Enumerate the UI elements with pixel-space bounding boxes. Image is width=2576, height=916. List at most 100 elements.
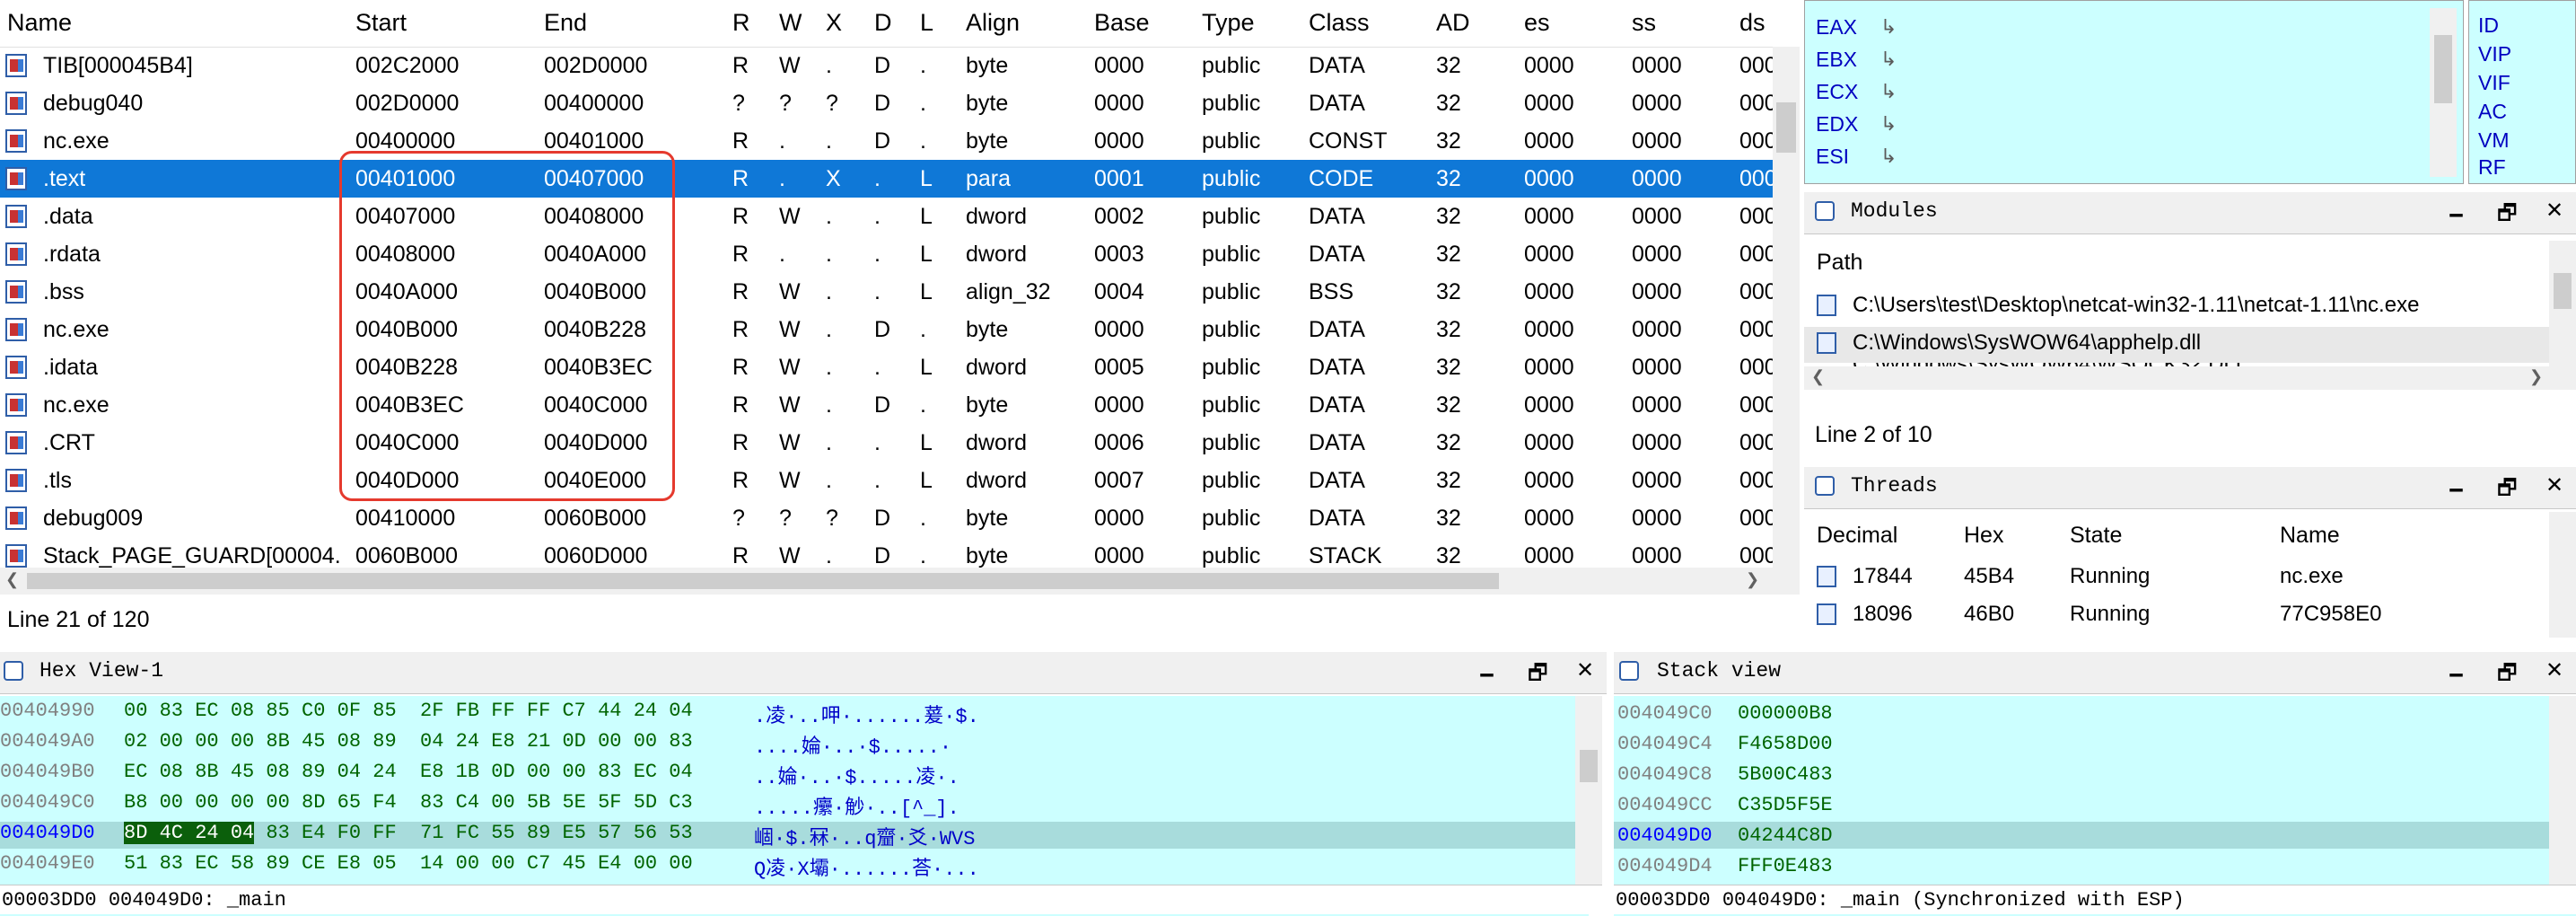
thread-hex[interactable]: 46B0	[1964, 602, 2014, 627]
modules-vscroll[interactable]	[2549, 241, 2576, 390]
register-esi[interactable]: ESI	[1816, 145, 1849, 169]
segments-hscroll[interactable]: ❮ ❯	[0, 568, 1773, 595]
modules-vscroll-thumb[interactable]	[2554, 273, 2572, 309]
close-icon[interactable]: ✕	[2545, 472, 2563, 498]
thread-decimal[interactable]: 17844	[1853, 564, 1913, 589]
col-ad[interactable]: AD	[1436, 9, 1470, 37]
jump-arrow-icon[interactable]: ↳	[1880, 15, 1897, 39]
scroll-left-icon[interactable]: ❮	[5, 570, 19, 589]
hexview-vscroll[interactable]	[1575, 696, 1602, 885]
col-name[interactable]: Name	[7, 9, 72, 37]
col-decimal[interactable]: Decimal	[1817, 523, 1897, 549]
segment-row[interactable]: nc.exe 0040B3EC 0040C000 R W. D. byte 0000 publi…	[0, 386, 1773, 424]
hex-line[interactable]: 004049C0 B8 00 00 00 00 8D 65 F4 83 C4 00…	[0, 791, 1575, 820]
flag-vm[interactable]: VM	[2478, 128, 2510, 153]
col-ds[interactable]: ds	[1739, 9, 1766, 37]
minimize-icon[interactable]: 🗕	[2449, 472, 2464, 509]
segment-row[interactable]: debug040 002D0000 00400000??? D. byte 0000 pub…	[0, 84, 1773, 122]
col-es[interactable]: es	[1524, 9, 1550, 37]
thread-name[interactable]: 77C958E0	[2280, 602, 2381, 627]
stack-value[interactable]: 5B00C483	[1738, 763, 1833, 786]
registers-vscroll-thumb[interactable]	[2434, 35, 2452, 103]
hexview-vscroll-thumb[interactable]	[1580, 750, 1598, 782]
stack-value[interactable]: C35D5F5E	[1738, 794, 1833, 816]
thread-name[interactable]: nc.exe	[2280, 564, 2344, 589]
segments-vscroll[interactable]	[1773, 47, 1800, 595]
hex-bytes[interactable]: 8D 4C 24 04 83 E4 F0 FF 71 FC 55 89 E5 5…	[124, 822, 693, 844]
hex-line[interactable]: 004049E0 51 83 EC 58 89 CE E8 05 14 00 00…	[0, 852, 1575, 881]
col-ss[interactable]: ss	[1632, 9, 1656, 37]
hex-bytes[interactable]: EC 08 8B 45 08 89 04 24 E8 1B 0D 00 00 8…	[124, 761, 693, 783]
col-align[interactable]: Align	[966, 9, 1020, 37]
threads-vscroll[interactable]	[2549, 512, 2576, 638]
hex-line[interactable]: 004049A0 02 00 00 00 8B 45 08 89 04 24 E8…	[0, 730, 1575, 759]
jump-arrow-icon[interactable]: ↳	[1880, 145, 1897, 168]
col-end[interactable]: End	[544, 9, 587, 37]
jump-arrow-icon[interactable]: ↳	[1880, 48, 1897, 71]
register-ecx[interactable]: ECX	[1816, 80, 1858, 104]
thread-hex[interactable]: 45B4	[1964, 564, 2014, 589]
segment-row[interactable]: .rdata 00408000 0040A000 R... Ldword 0003 publ…	[0, 235, 1773, 273]
flags-panel[interactable]: ID VIP VIF AC VM RF	[2468, 0, 2576, 184]
stack-line[interactable]: 004049CC C35D5F5E	[1614, 791, 2561, 818]
stackview-titlebar[interactable]: Stack view 🗕 🗗 ✕	[1614, 652, 2576, 694]
hex-selected-bytes[interactable]: 8D 4C 24 04	[124, 822, 255, 844]
stack-value[interactable]: F4658D00	[1738, 733, 1833, 755]
hex-bytes[interactable]: B8 00 00 00 00 8D 65 F4 83 C4 00 5B 5E 5…	[124, 791, 693, 814]
col-base[interactable]: Base	[1094, 9, 1150, 37]
minimize-icon[interactable]: 🗕	[2449, 198, 2464, 234]
hex-bytes[interactable]: 00 83 EC 08 85 C0 0F 85 2F FB FF FF C7 4…	[124, 700, 693, 722]
col-l[interactable]: L	[920, 9, 933, 37]
hex-line[interactable]: 004049D0 8D 4C 24 04 83 E4 F0 FF 71 FC 55…	[0, 822, 1575, 850]
restore-icon[interactable]: 🗗	[2497, 198, 2518, 234]
register-edx[interactable]: EDX	[1816, 112, 1858, 137]
scroll-left-icon[interactable]: ❮	[1811, 367, 1825, 386]
scroll-right-icon[interactable]: ❯	[1746, 570, 1759, 589]
close-icon[interactable]: ✕	[2545, 657, 2563, 683]
stack-line[interactable]: 004049D0 04244C8D	[1614, 822, 2561, 849]
threads-titlebar[interactable]: Threads 🗕 🗗 ✕	[1804, 467, 2576, 509]
col-path[interactable]: Path	[1817, 250, 1862, 276]
segments-hscroll-thumb[interactable]	[27, 573, 1499, 589]
stackview-vscroll[interactable]	[2549, 696, 2576, 885]
col-w[interactable]: W	[779, 9, 802, 37]
segment-row[interactable]: .data 00407000 00408000 R W.. Ldword 0002 publi…	[0, 198, 1773, 235]
col-d[interactable]: D	[874, 9, 892, 37]
close-icon[interactable]: ✕	[2545, 198, 2563, 224]
hex-bytes[interactable]: 51 83 EC 58 89 CE E8 05 14 00 00 C7 45 E…	[124, 852, 693, 875]
hexview-titlebar[interactable]: Hex View-1 🗕 🗗 ✕	[0, 652, 1607, 694]
col-start[interactable]: Start	[355, 9, 407, 37]
col-x[interactable]: X	[826, 9, 842, 37]
restore-icon[interactable]: 🗗	[2497, 657, 2518, 694]
col-r[interactable]: R	[732, 9, 750, 37]
flag-id[interactable]: ID	[2478, 13, 2499, 38]
register-eax[interactable]: EAX	[1816, 15, 1857, 40]
jump-arrow-icon[interactable]: ↳	[1880, 80, 1897, 103]
segment-row[interactable]: nc.exe 0040B000 0040B228 R W. D. byte 0000 publi…	[0, 311, 1773, 348]
segment-row[interactable]: .idata 0040B228 0040B3EC R W.. Ldword 0005 publ…	[0, 348, 1773, 386]
stack-line[interactable]: 004049C4 F4658D00	[1614, 730, 2561, 757]
hex-line[interactable]: 00404990 00 83 EC 08 85 C0 0F 85 2F FB FF…	[0, 700, 1575, 728]
col-state[interactable]: State	[2070, 523, 2122, 549]
segment-row[interactable]: .bss 0040A000 0040B000 R W.. Lalign_32 0004 pub…	[0, 273, 1773, 311]
modules-list[interactable]: Path C:\Users\test\Desktop\netcat-win32-…	[1804, 241, 2576, 390]
stackview-content[interactable]: 004049C0 000000B8 004049C4 F4658D00 004049C8…	[1614, 696, 2576, 916]
module-path[interactable]: C:\Users\test\Desktop\netcat-win32-1.11\…	[1853, 293, 2419, 318]
segments-list[interactable]: Name Start End R W X D L Align Base Type…	[0, 0, 1800, 645]
module-path[interactable]: C:\Windows\SysWOW64\apphelp.dll	[1853, 330, 2201, 356]
minimize-icon[interactable]: 🗕	[2449, 657, 2464, 694]
registers-panel[interactable]: EAX ↳ EBX ↳ ECX ↳ EDX ↳ ESI ↳	[1804, 0, 2464, 184]
close-icon[interactable]: ✕	[1576, 657, 1594, 683]
threads-list[interactable]: Decimal Hex State Name 17844 45B4 Runnin…	[1804, 512, 2576, 638]
restore-icon[interactable]: 🗗	[2497, 472, 2518, 509]
hex-bytes[interactable]: 02 00 00 00 8B 45 08 89 04 24 E8 21 0D 0…	[124, 730, 693, 753]
hexview-content[interactable]: 00404990 00 83 EC 08 85 C0 0F 85 2F FB FF…	[0, 696, 1602, 916]
minimize-icon[interactable]: 🗕	[1479, 657, 1494, 694]
modules-hscroll[interactable]: ❮ ❯	[1804, 366, 2549, 390]
segment-row[interactable]: debug009 00410000 0060B000??? D. byte 0000 pub…	[0, 499, 1773, 537]
registers-vscroll[interactable]	[2430, 8, 2457, 177]
thread-decimal[interactable]: 18096	[1853, 602, 1913, 627]
col-class[interactable]: Class	[1309, 9, 1370, 37]
thread-state[interactable]: Running	[2070, 564, 2150, 589]
hex-line[interactable]: 004049B0 EC 08 8B 45 08 89 04 24 E8 1B 0D…	[0, 761, 1575, 789]
